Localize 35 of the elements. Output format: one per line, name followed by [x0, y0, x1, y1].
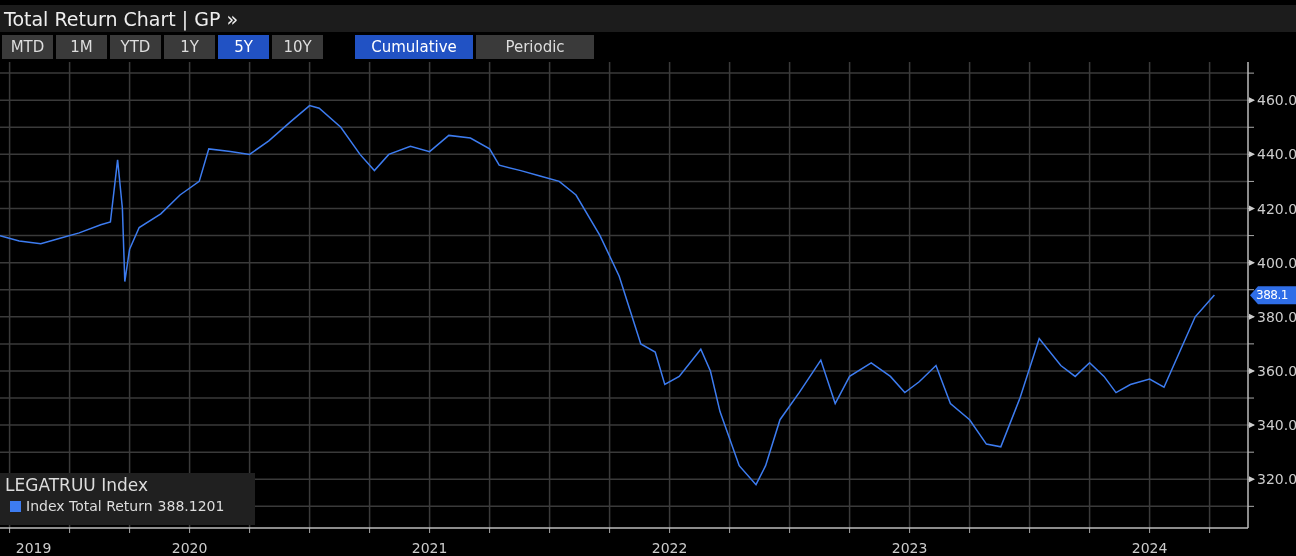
- period-button[interactable]: 1Y: [164, 35, 215, 59]
- legend-label: Index Total Return: [26, 498, 153, 514]
- x-axis-label: 2019: [15, 540, 52, 556]
- mode-button[interactable]: Cumulative: [355, 35, 473, 59]
- y-axis-label: 440.0: [1257, 146, 1296, 163]
- y-axis-label: 400.0: [1257, 254, 1296, 271]
- mode-button[interactable]: Periodic: [476, 35, 594, 59]
- x-axis-label: 2020: [171, 540, 208, 556]
- period-button[interactable]: 1M: [56, 35, 107, 59]
- y-axis-label: 340.0: [1257, 417, 1296, 434]
- y-axis-label: 420.0: [1257, 200, 1296, 217]
- x-axis-label: 2022: [651, 540, 688, 556]
- tick-marker-icon: [1249, 367, 1255, 374]
- price-tag: 388.1: [1250, 286, 1296, 305]
- period-button[interactable]: YTD: [110, 35, 161, 59]
- tick-marker-icon: [1249, 151, 1255, 158]
- tick-marker-icon: [1249, 259, 1255, 266]
- tick-marker-icon: [1249, 476, 1255, 483]
- y-axis-label: 360.0: [1257, 362, 1296, 379]
- period-button[interactable]: MTD: [2, 35, 53, 59]
- period-button[interactable]: 5Y: [218, 35, 269, 59]
- period-button[interactable]: 10Y: [272, 35, 323, 59]
- x-axis-label: 2023: [891, 540, 928, 556]
- y-axis-label: 380.0: [1257, 308, 1296, 325]
- legend-value: 388.1201: [157, 498, 225, 514]
- window-title: Total Return Chart | GP »: [4, 7, 239, 30]
- tick-marker-icon: [1249, 313, 1255, 320]
- tick-marker-icon: [1249, 422, 1255, 429]
- y-axis-label: 460.0: [1257, 92, 1296, 109]
- tick-marker-icon: [1249, 97, 1255, 104]
- y-axis-label: 320.0: [1257, 471, 1296, 488]
- legend-title: LEGATRUU Index: [5, 475, 149, 495]
- x-axis-label: 2021: [411, 540, 448, 556]
- x-axis-label: 2024: [1131, 540, 1168, 556]
- tick-marker-icon: [1249, 205, 1255, 212]
